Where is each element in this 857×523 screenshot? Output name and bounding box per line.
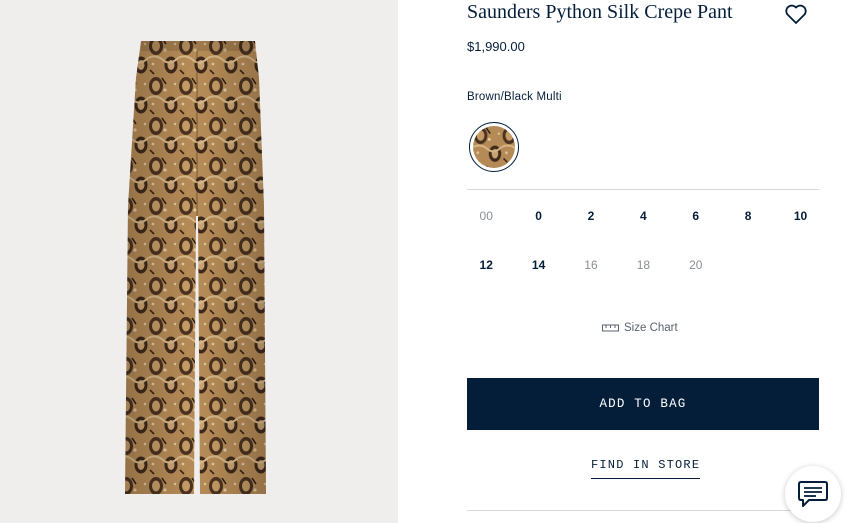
size-option-6[interactable]: 6	[670, 207, 722, 226]
swatch-image	[473, 126, 515, 168]
size-option-14[interactable]: 14	[512, 256, 564, 275]
size-option-18[interactable]: 18	[617, 256, 669, 275]
add-to-bag-button[interactable]: ADD TO BAG	[467, 378, 819, 430]
size-chart-link[interactable]: Size Chart	[602, 322, 678, 334]
color-swatch-brown-black-multi[interactable]	[469, 122, 519, 172]
product-price: $1,990.00	[467, 39, 525, 54]
size-option-8[interactable]: 8	[722, 207, 774, 226]
size-chart-label: Size Chart	[624, 322, 678, 334]
size-option-12[interactable]: 12	[460, 256, 512, 275]
find-in-store-link[interactable]: FIND IN STORE	[591, 458, 701, 479]
size-selector: 00 0 2 4 6 8 10 12 14 16 18 20	[460, 207, 826, 275]
selected-color-label: Brown/Black Multi	[467, 91, 562, 103]
product-image-panel[interactable]	[0, 0, 398, 523]
heart-icon[interactable]	[784, 3, 808, 25]
size-option-20[interactable]: 20	[670, 256, 722, 275]
chat-icon	[798, 481, 828, 507]
size-option-0[interactable]: 0	[512, 207, 564, 226]
divider-bottom	[467, 510, 819, 511]
divider	[467, 189, 819, 190]
size-option-16[interactable]: 16	[565, 256, 617, 275]
product-image-pants	[125, 41, 266, 494]
size-option-4[interactable]: 4	[617, 207, 669, 226]
ruler-icon	[602, 324, 619, 332]
size-option-2[interactable]: 2	[565, 207, 617, 226]
chat-button[interactable]	[785, 466, 841, 522]
product-title: Saunders Python Silk Crepe Pant	[467, 1, 733, 23]
size-option-00[interactable]: 00	[460, 207, 512, 226]
size-option-10[interactable]: 10	[774, 207, 826, 226]
